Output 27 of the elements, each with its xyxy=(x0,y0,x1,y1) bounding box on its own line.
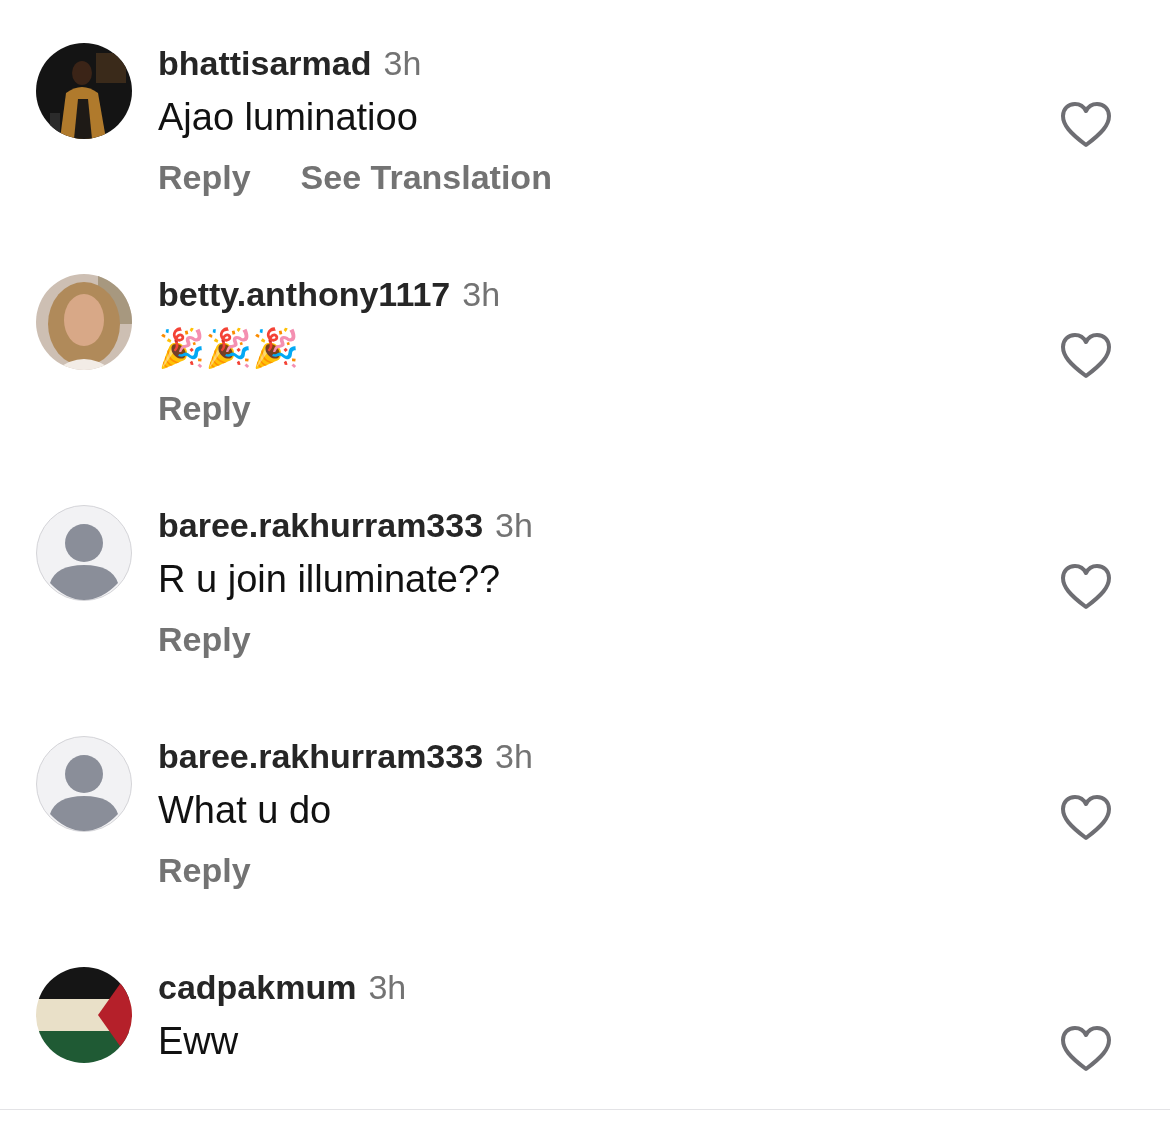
reply-link[interactable]: Reply xyxy=(158,850,251,890)
translation-link[interactable]: See Translation xyxy=(300,157,552,197)
default-avatar-icon xyxy=(36,736,132,832)
comment-text: Eww xyxy=(158,1019,239,1064)
comment-text: 🎉🎉🎉 xyxy=(158,326,299,371)
heart-icon[interactable] xyxy=(1060,1025,1112,1073)
timestamp: 3h xyxy=(495,736,533,776)
timestamp: 3h xyxy=(368,967,407,1007)
heart-icon[interactable] xyxy=(1060,101,1112,149)
heart-icon[interactable] xyxy=(1060,794,1112,842)
username[interactable]: cadpakmum xyxy=(158,967,357,1007)
timestamp: 3h xyxy=(383,43,422,83)
reply-link[interactable]: Reply xyxy=(158,388,251,428)
heart-icon[interactable] xyxy=(1060,332,1112,380)
comment-text: R u join illuminate?? xyxy=(158,557,501,602)
timestamp: 3h xyxy=(495,505,533,545)
username[interactable]: baree.rakhurram333 xyxy=(158,505,484,545)
timestamp: 3h xyxy=(462,274,501,314)
comment-text: What u do xyxy=(158,788,332,833)
reply-link[interactable]: Reply xyxy=(158,619,251,659)
heart-icon[interactable] xyxy=(1060,563,1112,611)
comment-text: Ajao luminatioo xyxy=(158,95,418,140)
username[interactable]: bhattisarmad xyxy=(158,43,372,83)
username[interactable]: betty.anthony1117 xyxy=(158,274,451,314)
reply-link[interactable]: Reply xyxy=(158,157,251,197)
username[interactable]: baree.rakhurram333 xyxy=(158,736,484,776)
default-avatar-icon xyxy=(36,505,132,601)
